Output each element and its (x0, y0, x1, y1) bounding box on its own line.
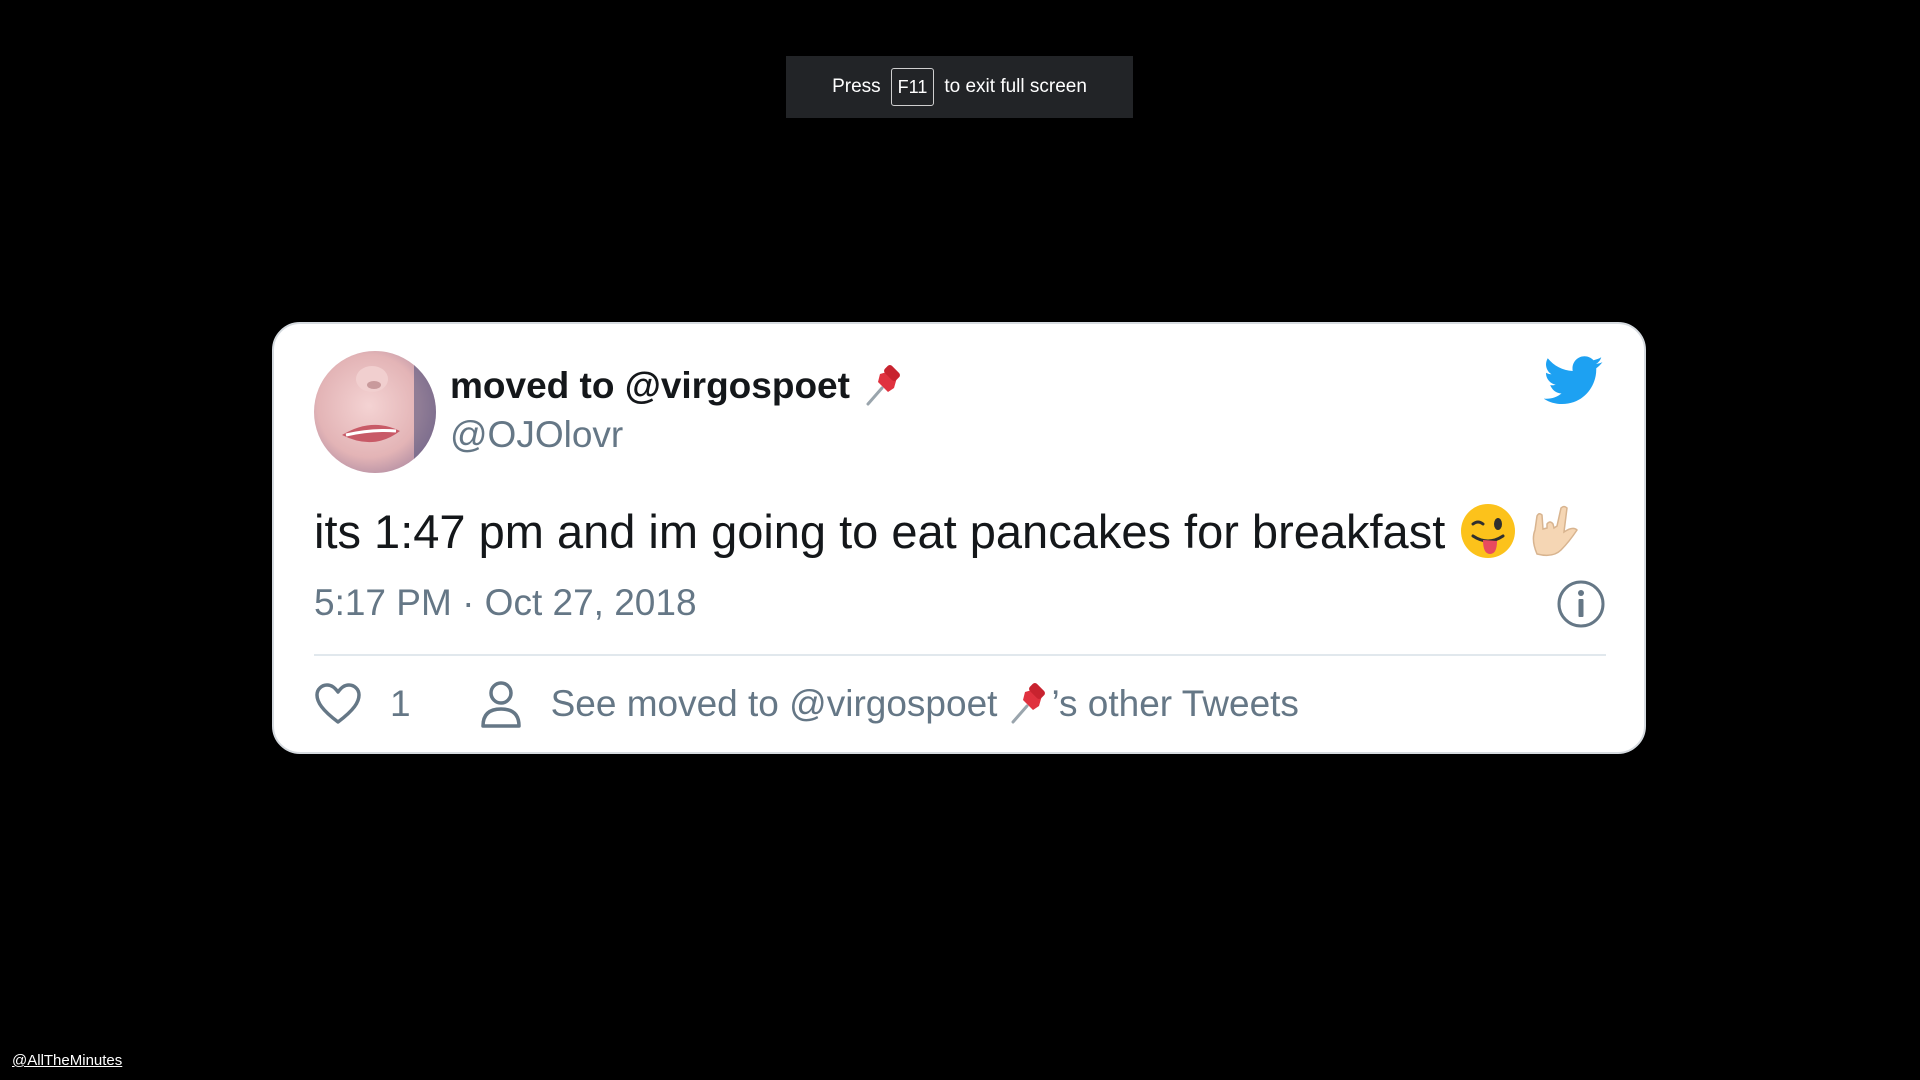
see-other-tweets-suffix: ’s other Tweets (1051, 683, 1299, 724)
love-you-gesture-icon (1523, 502, 1581, 560)
tweet-actions: 1 See moved to @virgospoet ’s other Twee… (314, 674, 1299, 734)
tweet-text-body: its 1:47 pm and im going to eat pancakes… (314, 504, 1446, 558)
tweet-text: its 1:47 pm and im going to eat pancakes… (314, 502, 1581, 560)
fullscreen-exit-notice: Press F11 to exit full screen (786, 56, 1133, 118)
pushpin-icon (1007, 682, 1051, 726)
avatar[interactable] (314, 351, 436, 473)
user-handle[interactable]: @OJOlovr (450, 414, 623, 456)
fullscreen-notice-suffix: to exit full screen (944, 76, 1087, 97)
heart-icon[interactable] (314, 682, 362, 726)
see-other-tweets-prefix: See moved to @virgospoet (550, 683, 998, 724)
info-icon[interactable] (1556, 579, 1606, 629)
f11-key-label: F11 (890, 68, 935, 106)
see-other-tweets-link[interactable]: See moved to @virgospoet ’s other Tweets (551, 682, 1299, 726)
display-name[interactable]: moved to @virgospoet (450, 364, 906, 408)
like-count[interactable]: 1 (390, 683, 411, 725)
fullscreen-notice-prefix: Press (832, 76, 881, 97)
watermark-link[interactable]: @AllTheMinutes (12, 1052, 122, 1069)
twitter-bird-icon[interactable] (1544, 356, 1604, 406)
tweet-timestamp[interactable]: 5:17 PM · Oct 27, 2018 (314, 582, 697, 624)
divider (314, 654, 1606, 656)
tweet-card[interactable]: moved to @virgospoet @OJOlovr its 1:47 p… (272, 322, 1646, 754)
pushpin-icon (862, 364, 906, 408)
person-icon[interactable] (479, 679, 523, 729)
winking-tongue-face-icon (1459, 502, 1517, 560)
display-name-text: moved to @virgospoet (450, 365, 850, 406)
